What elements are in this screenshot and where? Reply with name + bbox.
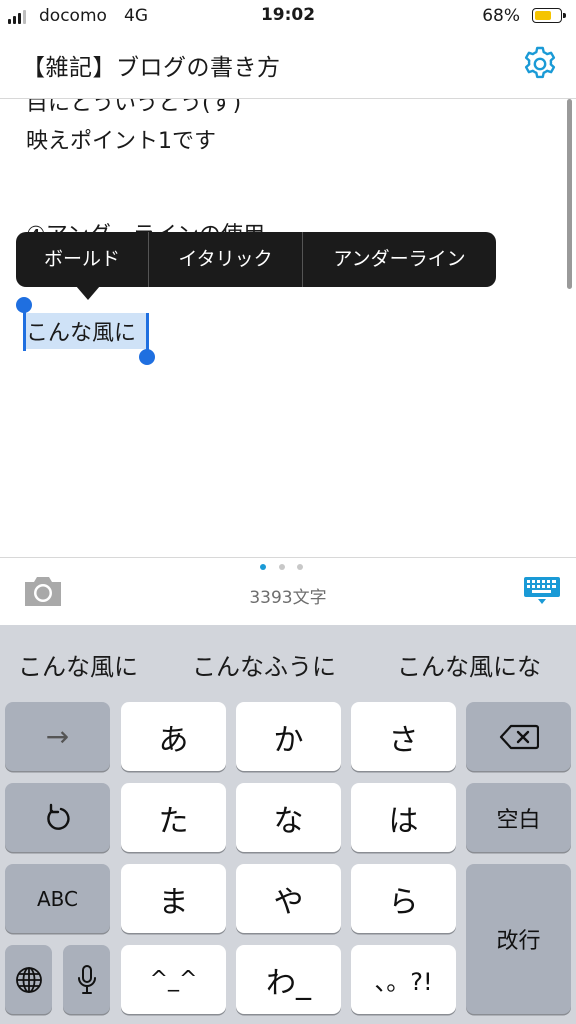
key-ta[interactable]: た bbox=[121, 783, 226, 852]
page-dot bbox=[297, 564, 303, 570]
editor-area[interactable]: 目にとういうとう(す) 映えポイント1です ④アンダーラインの使用 こんな風に bbox=[0, 99, 576, 557]
key-ma[interactable]: ま bbox=[121, 864, 226, 933]
scrollbar[interactable] bbox=[567, 99, 572, 289]
key-na[interactable]: な bbox=[236, 783, 341, 852]
page-dot bbox=[279, 564, 285, 570]
space-key[interactable]: 空白 bbox=[466, 783, 571, 852]
enter-key[interactable]: 改行 bbox=[466, 864, 571, 1014]
battery-percent: 68% bbox=[482, 6, 520, 26]
menu-item-italic[interactable]: イタリック bbox=[149, 232, 302, 287]
menu-item-underline[interactable]: アンダーライン bbox=[303, 232, 496, 287]
gear-icon[interactable] bbox=[520, 44, 560, 84]
context-menu-pointer bbox=[76, 286, 100, 300]
keyboard: こんな風に こんなふうに こんな風にな → あ か さ た な は 空白 ABC… bbox=[0, 625, 576, 1024]
status-bar: docomo 4G 19:02 68% bbox=[0, 0, 576, 32]
suggestion-bar: こんな風に こんなふうに こんな風にな bbox=[0, 625, 576, 701]
text-line: 映えポイント1です bbox=[26, 129, 216, 154]
selection-end-handle[interactable] bbox=[139, 349, 155, 365]
selection-end-caret bbox=[146, 313, 149, 353]
key-ra[interactable]: ら bbox=[351, 864, 456, 933]
key-a[interactable]: あ bbox=[121, 702, 226, 771]
suggestion-item[interactable]: こんな風に bbox=[18, 647, 138, 682]
undo-icon[interactable] bbox=[5, 783, 110, 852]
key-ha[interactable]: は bbox=[351, 783, 456, 852]
page-title: 【雑記】ブログの書き方 bbox=[22, 55, 281, 81]
keyboard-icon[interactable] bbox=[523, 576, 561, 606]
editor-toolbar: 3393文字 bbox=[0, 557, 576, 626]
character-count: 3393文字 bbox=[249, 588, 327, 608]
key-ya[interactable]: や bbox=[236, 864, 341, 933]
page-dot-active bbox=[260, 564, 266, 570]
selection-start-handle[interactable] bbox=[16, 297, 32, 313]
kaomoji-key[interactable]: ^_^ bbox=[121, 945, 226, 1014]
suggestion-item[interactable]: こんなふうに bbox=[192, 647, 336, 682]
battery-icon bbox=[532, 8, 566, 23]
text-line: 目にとういうとう(す) bbox=[26, 99, 242, 116]
context-menu: ボールド イタリック アンダーライン bbox=[16, 232, 496, 287]
arrow-key[interactable]: → bbox=[5, 702, 110, 771]
key-ka[interactable]: か bbox=[236, 702, 341, 771]
suggestion-item[interactable]: こんな風にな bbox=[397, 647, 541, 682]
menu-item-bold[interactable]: ボールド bbox=[16, 232, 148, 287]
key-sa[interactable]: さ bbox=[351, 702, 456, 771]
microphone-icon[interactable] bbox=[63, 945, 110, 1014]
abc-key[interactable]: ABC bbox=[5, 864, 110, 933]
globe-icon[interactable] bbox=[5, 945, 52, 1014]
key-wa[interactable]: わ_ bbox=[236, 945, 341, 1014]
selected-text: こんな風に bbox=[26, 321, 137, 346]
header: 【雑記】ブログの書き方 bbox=[0, 32, 576, 99]
selection-start-caret bbox=[23, 309, 26, 351]
punctuation-key[interactable]: 、。?! bbox=[351, 945, 456, 1014]
backspace-icon[interactable] bbox=[466, 702, 571, 771]
